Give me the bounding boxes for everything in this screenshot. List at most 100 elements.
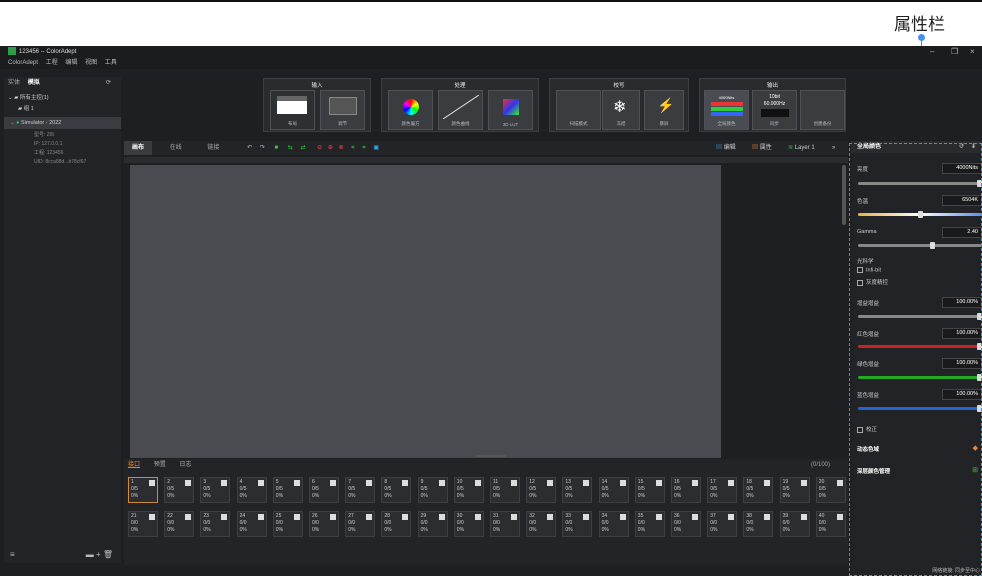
layer-icon[interactable]: ▣ <box>373 145 379 151</box>
canvas-area[interactable] <box>130 165 721 458</box>
port-cell[interactable]: 34 0/0 0% <box>598 511 629 537</box>
port-cell[interactable]: 1 0/5 0% <box>128 477 158 503</box>
blue-slider[interactable] <box>858 405 982 412</box>
tile-freeze[interactable]: ❄ 冻结 <box>602 90 640 130</box>
tree-device[interactable]: ⌄ ● Simulator - 2022 <box>4 117 121 129</box>
minimize-icon[interactable]: – <box>930 46 934 58</box>
port-cell[interactable]: 18 0/5 0% <box>743 477 774 503</box>
slider-knob[interactable] <box>977 313 982 320</box>
tile-adjust[interactable]: 调节 <box>320 90 365 130</box>
expand-icon[interactable]: ⊞ <box>972 466 978 474</box>
temp-slider[interactable] <box>858 211 982 218</box>
tile-color-curve[interactable]: 颜色曲线 <box>438 90 483 130</box>
close-icon[interactable]: × <box>970 46 975 58</box>
tab-link[interactable]: 链接 <box>207 145 219 151</box>
correct-row[interactable]: 校正 <box>857 425 877 433</box>
port-cell[interactable]: 10 0/5 0% <box>453 477 484 503</box>
port-cell[interactable]: 32 0/0 0% <box>526 511 557 537</box>
grayfine-checkbox[interactable] <box>857 279 863 286</box>
slider-knob[interactable] <box>977 343 982 350</box>
vertical-scrollbar[interactable] <box>842 165 846 225</box>
port-cell[interactable]: 36 0/0 0% <box>671 511 701 537</box>
slider-knob[interactable] <box>977 374 982 381</box>
slider-knob[interactable] <box>977 180 982 187</box>
port-cell[interactable]: 31 0/0 0% <box>490 511 520 537</box>
tab-ports[interactable]: 接口 <box>128 462 140 468</box>
green-slider[interactable] <box>858 374 982 381</box>
infibit-checkbox[interactable] <box>857 267 863 273</box>
tab-log[interactable]: 日志 <box>179 462 191 468</box>
distribute-icon[interactable]: ⇄ <box>300 145 305 151</box>
edit-btn[interactable]: ▤ 编辑 <box>716 141 736 155</box>
tab-physical[interactable]: 实体 <box>8 80 20 86</box>
blue-input[interactable]: 100.00% <box>942 389 982 400</box>
port-cell[interactable]: 11 0/5 0% <box>490 477 520 503</box>
port-cell[interactable]: 6 0/5 0% <box>309 477 339 503</box>
port-cell[interactable]: 5 0/5 0% <box>272 477 303 503</box>
menu-item[interactable]: 工具 <box>105 60 117 66</box>
splitter-handle[interactable] <box>476 455 506 457</box>
port-cell[interactable]: 7 0/5 0% <box>345 477 376 503</box>
red-slider[interactable] <box>858 343 982 350</box>
port-cell[interactable]: 2 0/5 0% <box>164 477 195 503</box>
menu-item[interactable]: 编辑 <box>65 60 77 66</box>
menu-item[interactable]: 工程 <box>46 60 58 66</box>
port-cell[interactable]: 17 0/5 0% <box>707 477 738 503</box>
maximize-icon[interactable]: ❐ <box>951 46 958 58</box>
port-cell[interactable]: 29 0/0 0% <box>417 511 448 537</box>
correct-checkbox[interactable] <box>857 426 863 433</box>
zoom-fit-icon[interactable]: ⊗ <box>339 145 344 151</box>
port-cell[interactable]: 21 0/0 0% <box>128 511 158 537</box>
list-icon[interactable]: ≡ <box>10 550 15 559</box>
port-cell[interactable]: 8 0/5 0% <box>381 477 412 503</box>
port-cell[interactable]: 28 0/0 0% <box>381 511 412 537</box>
port-cell[interactable]: 23 0/0 0% <box>200 511 231 537</box>
slider-knob[interactable] <box>930 242 935 249</box>
gain-slider[interactable] <box>858 313 982 320</box>
props-btn[interactable]: ▤ 属性 <box>752 141 772 155</box>
infibit-row[interactable]: Infi-bit <box>857 267 881 273</box>
gamut-icon[interactable]: ◆ <box>973 444 978 452</box>
pin-icon[interactable]: ⬇ <box>971 141 976 153</box>
green-input[interactable]: 100.00% <box>942 358 982 369</box>
tab-canvas[interactable]: 画布 <box>124 141 153 155</box>
brightness-slider[interactable] <box>858 180 982 187</box>
slider-knob[interactable] <box>918 211 923 218</box>
grayfine-row[interactable]: 灰度精控 <box>857 278 888 286</box>
tile-backup[interactable]: 创建备份 <box>800 90 845 130</box>
port-cell[interactable]: 16 0/5 0% <box>671 477 701 503</box>
tile-layout[interactable]: 布局 <box>270 90 315 130</box>
tree-root[interactable]: ⌄ ▰ 所有主控(1) <box>4 93 121 104</box>
brightness-input[interactable]: 4000Nits <box>942 163 982 174</box>
port-cell[interactable]: 38 0/0 0% <box>743 511 774 537</box>
tab-online[interactable]: 在线 <box>170 145 182 151</box>
dynamic-gamut[interactable]: 动态色域 <box>857 445 879 453</box>
add-icon[interactable]: + <box>96 550 101 559</box>
port-cell[interactable]: 37 0/0 0% <box>707 511 738 537</box>
tile-color-bias[interactable]: 颜色偏方 <box>388 90 433 130</box>
deep-color[interactable]: 深层颜色管理 <box>857 467 890 475</box>
tile-blackout[interactable]: ⚡ 暴屏 <box>644 90 684 130</box>
frame-icon[interactable]: ⌗ <box>351 145 354 151</box>
port-cell[interactable]: 3 0/5 0% <box>200 477 231 503</box>
delete-icon[interactable]: 🗑 <box>103 550 113 559</box>
port-cell[interactable]: 39 0/0 0% <box>779 511 810 537</box>
port-cell[interactable]: 15 0/5 0% <box>634 477 665 503</box>
port-cell[interactable]: 13 0/5 0% <box>562 477 593 503</box>
port-cell[interactable]: 19 0/5 0% <box>779 477 810 503</box>
zoom-in-icon[interactable]: ⊕ <box>328 145 333 151</box>
port-cell[interactable]: 25 0/0 0% <box>272 511 303 537</box>
menu-item[interactable]: 视图 <box>85 60 97 66</box>
port-cell[interactable]: 40 0/0 0% <box>815 511 846 537</box>
port-cell[interactable]: 12 0/5 0% <box>526 477 557 503</box>
port-cell[interactable]: 35 0/0 0% <box>634 511 665 537</box>
port-cell[interactable]: 9 0/5 0% <box>417 477 448 503</box>
folder-icon[interactable]: ▬ <box>86 550 94 559</box>
redo-icon[interactable]: ↷ <box>260 145 265 151</box>
port-cell[interactable]: 27 0/0 0% <box>345 511 376 537</box>
align-icon[interactable]: ⇆ <box>288 145 293 151</box>
port-cell[interactable]: 24 0/0 0% <box>236 511 267 537</box>
port-cell[interactable]: 26 0/0 0% <box>309 511 339 537</box>
tree-group[interactable]: ▰ 组 1 <box>4 104 121 115</box>
port-cell[interactable]: 22 0/0 0% <box>164 511 195 537</box>
